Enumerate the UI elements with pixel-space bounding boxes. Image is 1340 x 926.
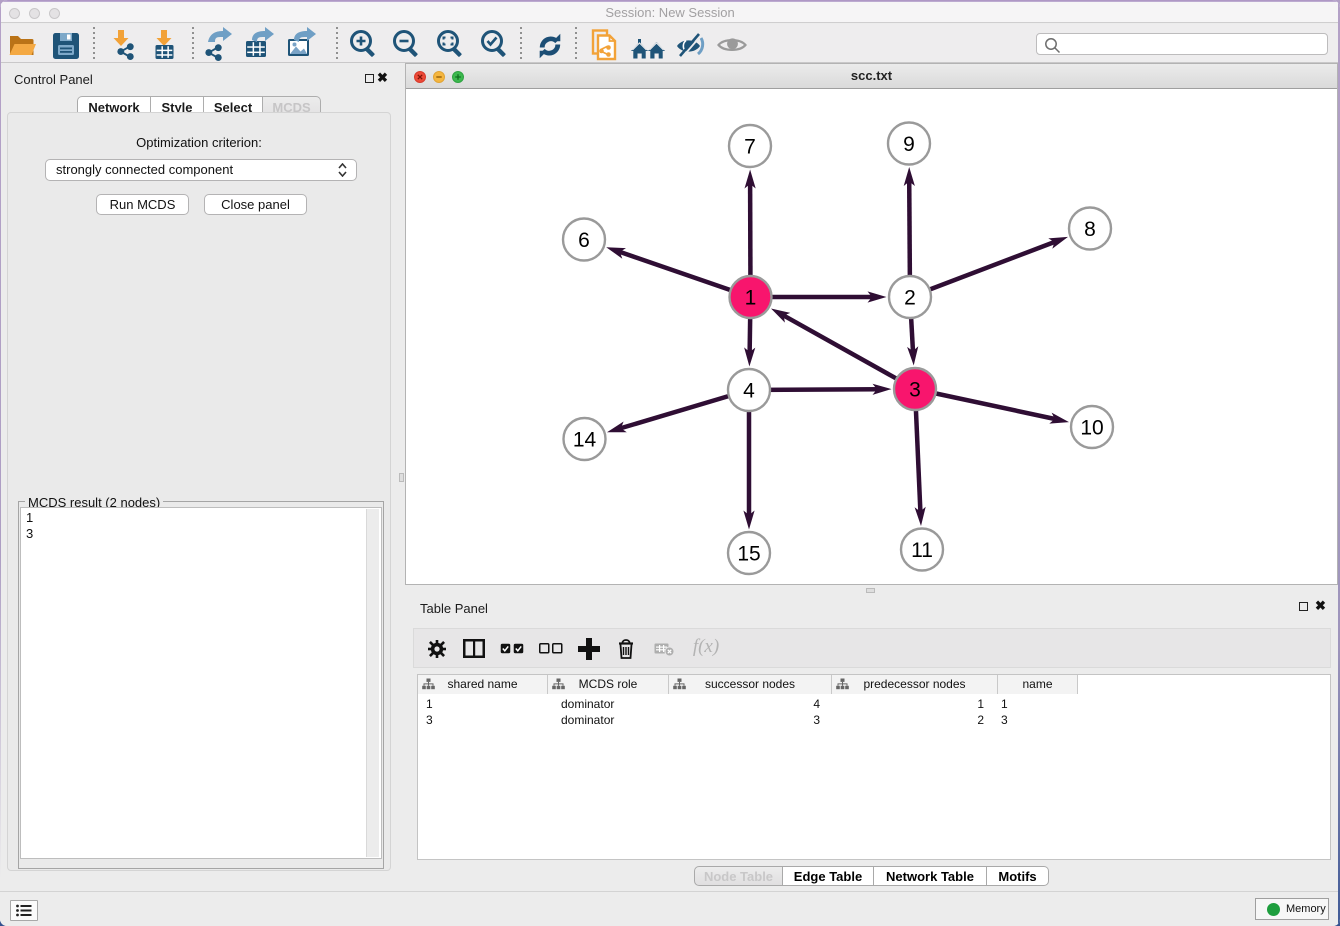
svg-text:14: 14 — [573, 428, 597, 451]
svg-text:15: 15 — [737, 542, 760, 565]
svg-text:1: 1 — [745, 286, 757, 309]
svg-text:6: 6 — [578, 229, 590, 252]
svg-text:2: 2 — [904, 286, 916, 309]
svg-text:3: 3 — [909, 378, 921, 401]
svg-text:7: 7 — [744, 135, 756, 158]
svg-text:10: 10 — [1080, 416, 1103, 439]
svg-text:9: 9 — [903, 133, 915, 156]
svg-text:8: 8 — [1084, 218, 1096, 241]
svg-text:11: 11 — [911, 539, 933, 562]
svg-text:4: 4 — [743, 379, 755, 402]
